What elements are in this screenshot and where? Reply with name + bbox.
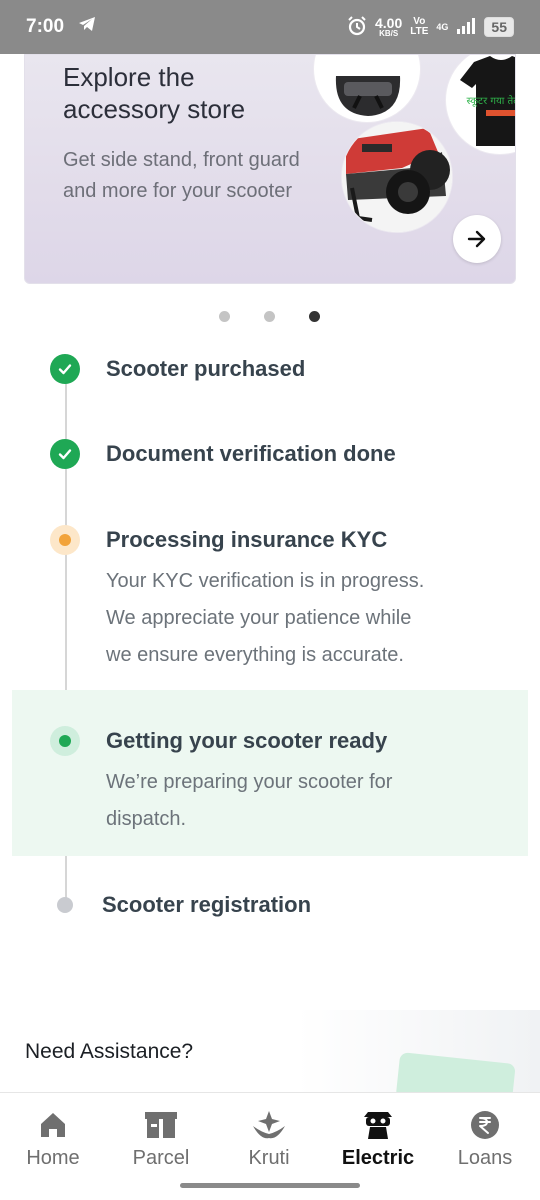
volte-indicator: Vo LTE [410,17,428,37]
step-description-line: Your KYC verification is in progress. [106,570,425,592]
carousel-pager [0,311,540,323]
nav-label: Home [26,1147,80,1169]
alarm-icon [347,15,367,39]
nav-item-loans[interactable]: Loans [435,1109,535,1170]
network-speed-unit: KB/S [379,29,399,38]
rupee-icon [435,1109,535,1141]
promo-title: Explore the accessory store [63,62,246,124]
telegram-icon [78,16,96,38]
accessory-store-arrow-button[interactable] [453,215,501,263]
step-description-line: dispatch. [106,808,187,830]
promo-subtitle: Get side stand, front guard and more for… [63,149,300,202]
clock: 7:00 [26,16,65,37]
battery-indicator: 55 [484,17,514,37]
check-icon [50,439,80,469]
network-speed-value: 4.00 [375,15,403,31]
parcel-icon [111,1109,211,1141]
step-title: Document verification done [106,441,396,466]
active-dot-icon [50,726,80,756]
nav-item-electric[interactable]: Electric [328,1109,428,1170]
in-progress-dot-icon [50,525,80,555]
pager-dot-active[interactable] [309,311,320,322]
status-bar: 7:00 4.00 KB/S Vo LTE 4G 55 [0,0,540,54]
nav-label: Kruti [248,1147,290,1169]
upcoming-dot-icon [57,897,73,913]
step-title: Getting your scooter ready [106,728,388,753]
pager-dot[interactable] [219,311,230,322]
network-speed: 4.00 KB/S [375,16,402,38]
step-description-line: we ensure everything is accurate. [106,644,404,666]
accessory-store-card[interactable]: Explore the accessory store Get side sta… [24,54,516,284]
scooter-stand-image [341,121,453,233]
electric-icon [328,1109,428,1141]
check-icon [50,354,80,384]
screen: 7:00 4.00 KB/S Vo LTE 4G 55 Explore the … [0,0,540,1200]
network-type: 4G [436,22,449,32]
nav-label: Loans [457,1147,513,1169]
signal-icon [456,17,476,38]
helmet-image [313,55,421,123]
arrow-right-icon [467,230,486,248]
tshirt-print-text: स्कूटर गया तेल लेने [466,95,516,107]
volte-bottom: LTE [410,26,429,37]
nav-label: Electric [341,1147,415,1169]
home-icon [3,1109,103,1141]
tshirt-image: स्कूटर गया तेल लेने [445,55,516,155]
status-right: 4.00 KB/S Vo LTE 4G 55 [347,15,514,39]
step-description-line: We appreciate your patience while [106,607,412,629]
step-description: Your KYC verification is in progress. We… [106,563,486,674]
step-title: Scooter registration [102,892,312,917]
step-title: Processing insurance KYC [106,527,388,552]
pager-dot[interactable] [264,311,275,322]
step-description: We’re preparing your scooter for dispatc… [106,764,486,838]
kruti-icon [219,1109,319,1141]
assistance-title[interactable]: Need Assistance? [25,1040,193,1064]
step-title: Scooter purchased [106,356,306,381]
nav-label: Parcel [132,1147,190,1169]
home-indicator[interactable] [180,1183,360,1188]
step-description-line: We’re preparing your scooter for [106,771,393,793]
nav-item-kruti[interactable]: Kruti [219,1109,319,1170]
status-left: 7:00 [26,16,96,38]
nav-item-parcel[interactable]: Parcel [111,1109,211,1170]
nav-item-home[interactable]: Home [3,1109,103,1170]
